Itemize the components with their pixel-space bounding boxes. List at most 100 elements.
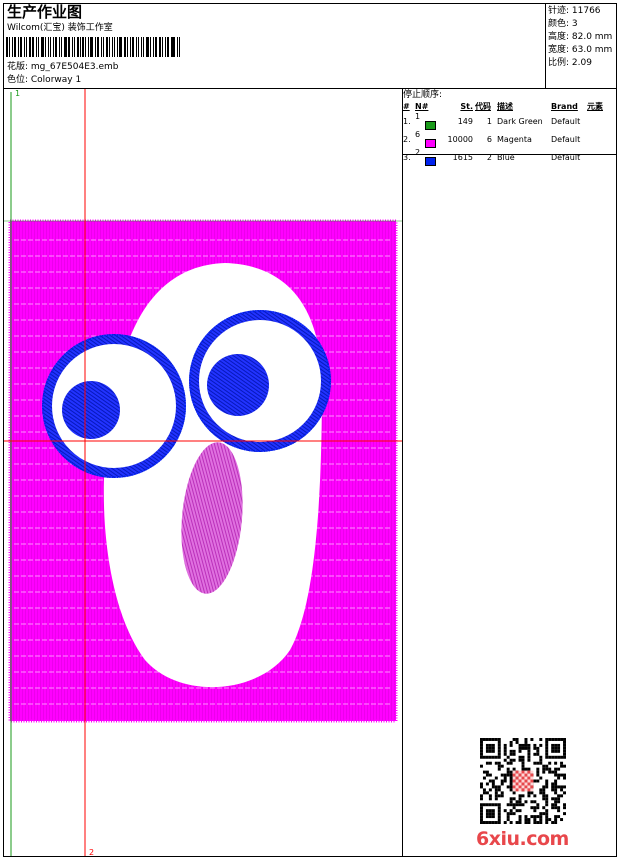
qr-module	[554, 743, 558, 747]
qr-module	[515, 740, 519, 744]
qr-module	[521, 770, 525, 774]
qr-module	[524, 746, 528, 750]
qr-module	[530, 788, 534, 792]
qr-module	[554, 806, 558, 810]
qr-module	[491, 746, 495, 750]
barcode-bar	[129, 37, 131, 57]
qr-module	[527, 773, 531, 777]
qr-module	[509, 752, 513, 756]
col-brand: Brand	[551, 101, 578, 111]
qr-module	[539, 758, 543, 762]
qr-module	[485, 803, 489, 807]
qr-module	[521, 743, 525, 747]
qr-module	[557, 755, 561, 759]
row-code: 1	[486, 116, 492, 126]
qr-module	[506, 773, 510, 777]
qr-module	[563, 740, 566, 744]
qr-module	[515, 776, 519, 780]
qr-module	[527, 785, 531, 789]
qr-module	[512, 806, 516, 810]
qr-module	[512, 752, 516, 756]
qr-module	[563, 776, 566, 780]
qr-module	[512, 767, 516, 771]
row-code: 2	[486, 152, 492, 162]
qr-module	[548, 761, 552, 765]
qr-module	[480, 743, 483, 747]
qr-module	[494, 794, 498, 798]
qr-module	[485, 782, 489, 786]
qr-module	[536, 770, 540, 774]
qr-module	[512, 770, 516, 774]
barcode-bar	[170, 37, 172, 57]
qr-module	[518, 743, 522, 747]
qr-module	[548, 738, 552, 741]
qr-module	[527, 755, 531, 759]
qr-module	[527, 743, 531, 747]
qr-module	[563, 773, 566, 777]
qr-module	[524, 788, 528, 792]
qr-module	[533, 761, 537, 765]
qr-module	[533, 743, 537, 747]
qr-module	[518, 821, 522, 824]
qr-module	[557, 743, 561, 747]
qr-module	[554, 803, 558, 807]
qr-module	[551, 743, 555, 747]
qr-module	[542, 791, 546, 795]
qr-module	[485, 746, 489, 750]
barcode-bar	[26, 37, 28, 57]
qr-module	[518, 797, 522, 801]
qr-module	[527, 788, 531, 792]
qr-module	[539, 755, 543, 759]
qr-module	[560, 794, 564, 798]
qr-module	[557, 785, 561, 789]
qr-module	[512, 785, 516, 789]
qr-module	[515, 782, 519, 786]
qr-module	[512, 758, 516, 762]
qr-module	[503, 749, 507, 753]
row-needle: 6	[414, 130, 444, 148]
qr-module	[488, 797, 492, 801]
qr-module	[485, 812, 489, 816]
qr-module	[480, 738, 483, 741]
barcode-bar	[59, 37, 61, 57]
qr-module	[557, 767, 561, 771]
barcode-bar	[67, 37, 70, 57]
qr-module	[482, 791, 486, 795]
qr-module	[521, 803, 525, 807]
qr-module	[563, 743, 566, 747]
qr-module	[488, 794, 492, 798]
barcode-bar	[17, 37, 19, 57]
qr-module	[509, 797, 513, 801]
qr-module	[524, 818, 528, 822]
qr-module	[506, 803, 510, 807]
qr-module	[530, 776, 534, 780]
barcode-bar	[35, 37, 37, 57]
qr-module	[482, 770, 486, 774]
qr-module	[509, 785, 513, 789]
qr-module	[480, 785, 483, 789]
panel-divider	[402, 88, 403, 857]
qr-module	[530, 791, 534, 795]
barcode-bar	[108, 37, 111, 57]
qr-module	[480, 818, 483, 822]
qr-module	[491, 755, 495, 759]
qr-module	[536, 779, 540, 783]
qr-module	[491, 803, 495, 807]
qr-module	[518, 809, 522, 813]
barcode-bar	[6, 37, 8, 57]
qr-module	[560, 761, 564, 765]
qr-module	[491, 785, 495, 789]
barcode-bar	[119, 37, 123, 57]
qr-module	[539, 791, 543, 795]
qr-module	[488, 738, 492, 741]
qr-module	[509, 776, 513, 780]
qr-module	[554, 770, 558, 774]
qr-module	[521, 794, 525, 798]
qr-module	[509, 761, 513, 765]
qr-module	[494, 791, 498, 795]
row-stitches: 149	[457, 116, 473, 126]
qr-module	[554, 779, 558, 783]
qr-module	[480, 806, 483, 810]
qr-module	[527, 746, 531, 750]
barcode-bar	[44, 37, 46, 57]
